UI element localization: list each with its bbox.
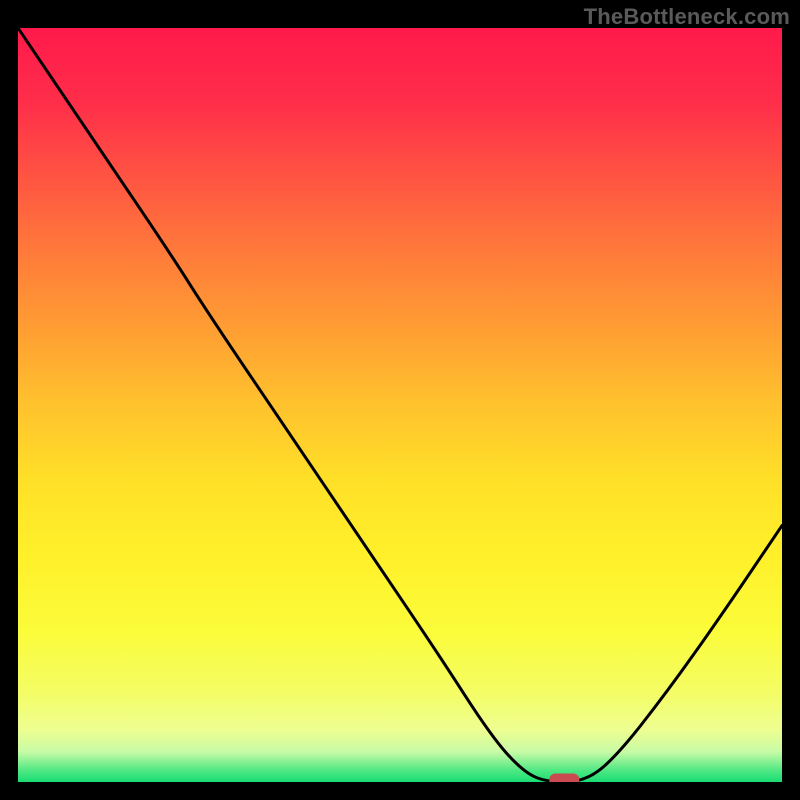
optimal-marker: [549, 774, 579, 783]
gradient-background: [18, 28, 782, 782]
watermark-text: TheBottleneck.com: [584, 4, 790, 30]
chart-svg: [18, 28, 782, 782]
plot-area: [18, 28, 782, 782]
chart-container: TheBottleneck.com: [0, 0, 800, 800]
